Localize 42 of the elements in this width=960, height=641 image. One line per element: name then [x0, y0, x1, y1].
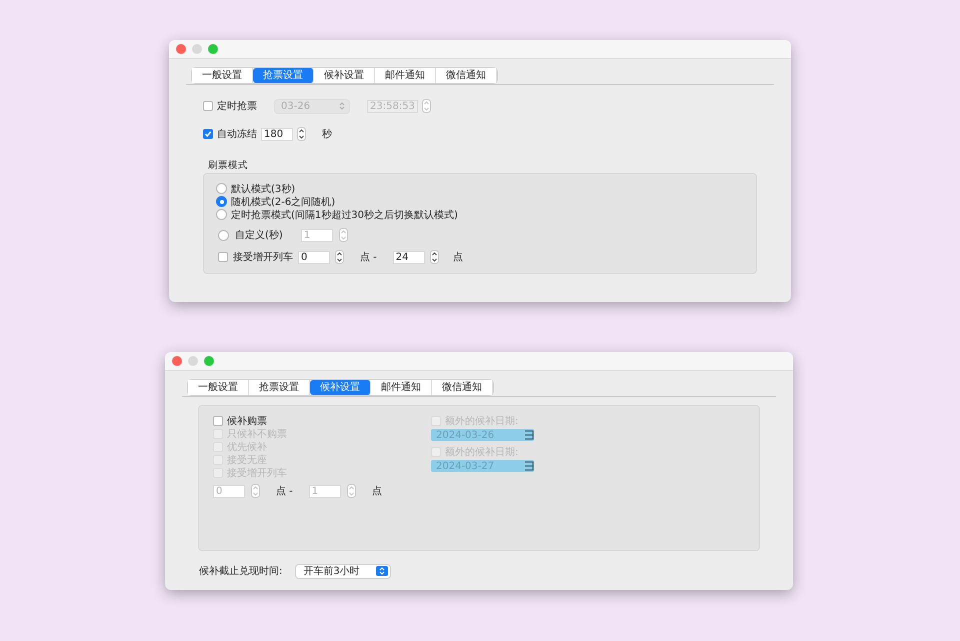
checkbox[interactable] — [218, 252, 228, 262]
close-button[interactable] — [176, 44, 186, 54]
close-button[interactable] — [172, 356, 182, 366]
stepper-icon[interactable] — [524, 461, 534, 471]
label: 定时抢票 — [217, 100, 257, 113]
radio-button[interactable] — [216, 183, 227, 194]
number-field[interactable]: 24 — [392, 250, 425, 264]
tab[interactable]: 一般设置 — [192, 68, 253, 83]
checkbox[interactable] — [203, 129, 213, 139]
label: 定时抢票模式(间隔1秒超过30秒之后切换默认模式) — [231, 208, 458, 222]
checkbox[interactable] — [213, 416, 223, 426]
label: 候补购票 — [227, 414, 267, 428]
stepper[interactable] — [430, 250, 439, 264]
up-down-icon — [339, 102, 345, 110]
label: 自动冻结 — [217, 128, 257, 141]
number-field[interactable]: 0 — [298, 250, 330, 264]
unit-label: 点 — [372, 484, 382, 498]
tab[interactable]: 抢票设置 — [253, 68, 314, 83]
stepper-icon[interactable] — [524, 430, 534, 440]
unit-label: 秒 — [322, 128, 332, 141]
label: 接受增开列车 — [233, 250, 293, 264]
radio-button[interactable] — [216, 209, 227, 220]
zoom-button[interactable] — [208, 44, 218, 54]
stepper[interactable] — [297, 127, 306, 141]
minimize-button[interactable] — [192, 44, 202, 54]
label: 自定义(秒) — [235, 228, 283, 242]
zoom-button[interactable] — [204, 356, 214, 366]
number-field[interactable]: 180 — [261, 128, 293, 140]
unit-label: 点 - — [276, 484, 293, 498]
minimize-button[interactable] — [188, 356, 198, 366]
group-title: 刷票模式 — [208, 159, 249, 172]
label: 随机模式(2-6之间随机) — [231, 196, 336, 208]
unit-label: 点 — [452, 250, 463, 264]
tab[interactable]: 一般设置 — [188, 380, 249, 395]
up-down-icon — [376, 566, 388, 576]
label: 默认模式(3秒) — [231, 182, 296, 196]
unit-label: 点 - — [360, 250, 377, 264]
tab[interactable]: 候补设置 — [310, 380, 371, 395]
deadline-dropdown[interactable]: 开车前3小时 — [296, 564, 390, 578]
radio-button[interactable] — [216, 196, 227, 207]
label: 候补截止兑现时间: — [199, 564, 282, 578]
stepper[interactable] — [335, 250, 344, 264]
